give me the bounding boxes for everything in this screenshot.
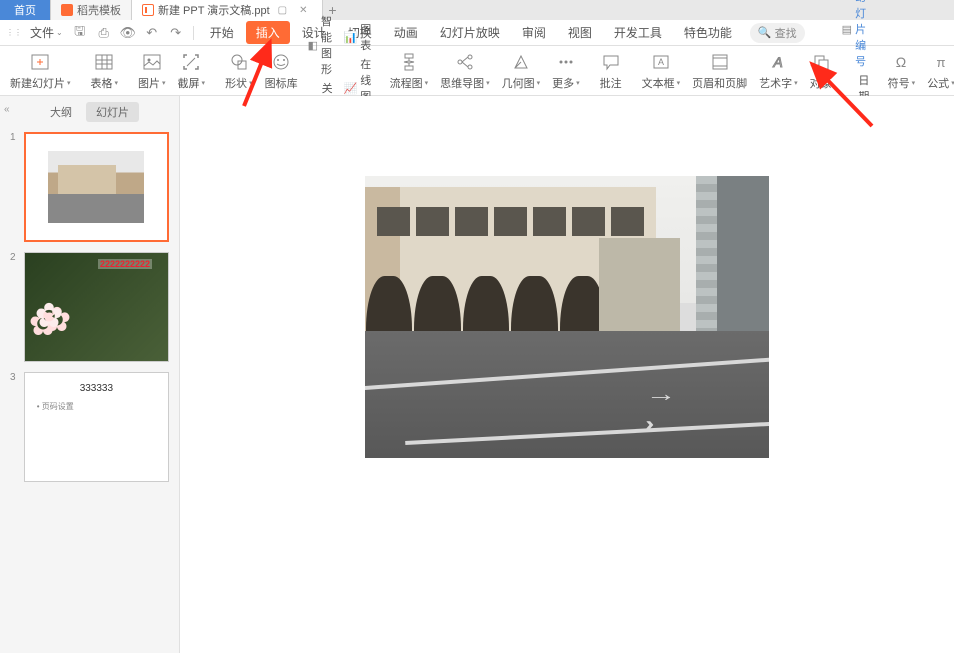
thumb-number: 3 [10, 372, 18, 482]
menutab-start[interactable]: 开始 [200, 21, 244, 44]
ribbon-screenshot[interactable]: 截屏▾ [172, 49, 212, 93]
svg-text:Ω: Ω [896, 54, 906, 70]
ribbon-mindmap[interactable]: 思维导图▾ [434, 49, 496, 93]
ribbon-table[interactable]: 表格▾ [85, 49, 125, 93]
ribbon-iconlib[interactable]: 图标库 [259, 49, 304, 93]
menutab-special[interactable]: 特色功能 [674, 21, 742, 44]
ribbon-new-slide[interactable]: 新建幻灯片▾ [4, 49, 77, 93]
ribbon-wordart[interactable]: A 艺术字▾ [753, 49, 804, 93]
table-icon [93, 51, 115, 73]
panel-collapse-icon[interactable]: « [4, 104, 10, 115]
ribbon-textbox[interactable]: A 文本框▾ [636, 49, 687, 93]
geometry-icon [510, 51, 532, 73]
thumb3-sub: 页码设置 [37, 401, 74, 412]
slide-panel: « 大纲 幻灯片 1 2 2222222222 3 333333 页码设置 [0, 96, 180, 653]
ppt-icon [142, 4, 154, 16]
equation-icon: π [930, 51, 952, 73]
handle-icon: ⋮⋮ [6, 31, 24, 34]
wordart-icon: A [767, 51, 789, 73]
thumb-number: 2 [10, 252, 18, 362]
object-icon [810, 51, 832, 73]
flowchart-icon [398, 51, 420, 73]
view-tab-slides[interactable]: 幻灯片 [86, 102, 139, 122]
shape-icon [228, 51, 250, 73]
chart-icon: 📊 [344, 30, 358, 44]
ribbon-comment[interactable]: 批注 [594, 49, 628, 93]
view-tab-outline[interactable]: 大纲 [40, 102, 82, 122]
thumb-3[interactable]: 3 333333 页码设置 [10, 372, 169, 482]
ribbon-flowchart[interactable]: 流程图▾ [384, 49, 435, 93]
tab-home[interactable]: 首页 [0, 0, 51, 20]
thumb2-text: 2222222222 [98, 259, 152, 269]
editor-canvas[interactable]: → › › › [180, 96, 954, 653]
ribbon-slidenumber[interactable]: ▤幻灯片编号 [842, 0, 870, 69]
svg-text:π: π [936, 55, 945, 70]
search-placeholder: 查找 [775, 25, 797, 41]
dock-icon[interactable]: ▢ [274, 5, 291, 16]
thumb-number: 1 [10, 132, 18, 242]
shell-icon [61, 4, 73, 16]
ribbon-object[interactable]: 对象 [804, 49, 838, 93]
file-menu-label: 文件 [30, 24, 54, 41]
svg-text:A: A [658, 57, 664, 67]
redo-icon[interactable]: ↷ [168, 25, 184, 41]
symbol-icon: Ω [890, 51, 912, 73]
smartshape-icon: ◧ [308, 38, 318, 52]
new-slide-icon [29, 51, 51, 73]
preview-icon[interactable]: 👁 [120, 25, 136, 41]
ribbon-geometry[interactable]: 几何图▾ [496, 49, 547, 93]
mindmap-icon [454, 51, 476, 73]
ribbon-chart[interactable]: 📊图表 [344, 21, 372, 53]
tab-document-label: 新建 PPT 演示文稿.ppt [158, 2, 270, 18]
flower-graphic [35, 296, 85, 341]
onlinechart-icon: 📈 [344, 81, 358, 95]
screenshot-icon [180, 51, 202, 73]
thumb-2[interactable]: 2 2222222222 [10, 252, 169, 362]
file-menu[interactable]: 文件 ⌄ [26, 22, 67, 43]
menutab-animation[interactable]: 动画 [384, 21, 428, 44]
caret-down-icon: ⌄ [56, 28, 63, 37]
textbox-icon: A [650, 51, 672, 73]
ribbon-more[interactable]: 更多▾ [546, 49, 586, 93]
tab-template-label: 稻壳模板 [77, 2, 121, 18]
tab-document[interactable]: 新建 PPT 演示文稿.ppt ▢ ✕ [132, 0, 323, 20]
menutab-devtools[interactable]: 开发工具 [604, 21, 672, 44]
slidenumber-icon: ▤ [842, 22, 852, 36]
menutab-review[interactable]: 审阅 [512, 21, 556, 44]
title-tabbar: 首页 稻壳模板 新建 PPT 演示文稿.ppt ▢ ✕ + [0, 0, 954, 20]
undo-icon[interactable]: ↶ [144, 25, 160, 41]
ribbon-equation[interactable]: π 公式▾ [921, 49, 954, 93]
thumb-image [48, 151, 144, 223]
ribbon: 新建幻灯片▾ 表格▾ 图片▾ 截屏▾ 形状▾ 图标库 ◧智能图形 ☁关系图 📊图… [0, 46, 954, 96]
comment-icon [600, 51, 622, 73]
menutab-slideshow[interactable]: 幻灯片放映 [430, 21, 510, 44]
iconlib-icon [270, 51, 292, 73]
ribbon-smartshape[interactable]: ◧智能图形 [308, 13, 336, 77]
slide-content-image[interactable]: → › › › [365, 176, 769, 458]
menubar: ⋮⋮ 文件 ⌄ 🖫 ⎙ 👁 ↶ ↷ 开始 插入 设计 切换 动画 幻灯片放映 审… [0, 20, 954, 46]
thumb-1[interactable]: 1 [10, 132, 169, 242]
ribbon-shape[interactable]: 形状▾ [219, 49, 259, 93]
tab-template[interactable]: 稻壳模板 [51, 0, 132, 20]
more-icon [555, 51, 577, 73]
svg-text:A: A [773, 54, 783, 70]
separator [193, 26, 194, 40]
print-icon[interactable]: ⎙ [96, 25, 112, 41]
search-box[interactable]: 🔍 查找 [750, 23, 805, 43]
tab-home-label: 首页 [14, 2, 36, 18]
headerfooter-icon [709, 51, 731, 73]
ribbon-picture[interactable]: 图片▾ [132, 49, 172, 93]
save-icon[interactable]: 🖫 [72, 25, 88, 41]
ribbon-symbol[interactable]: Ω 符号▾ [882, 49, 922, 93]
search-icon: 🔍 [758, 26, 772, 39]
menutab-view[interactable]: 视图 [558, 21, 602, 44]
menutab-insert[interactable]: 插入 [246, 21, 290, 44]
thumb3-title: 333333 [25, 383, 168, 394]
ribbon-headerfooter[interactable]: 页眉和页脚 [686, 49, 753, 93]
picture-icon [141, 51, 163, 73]
